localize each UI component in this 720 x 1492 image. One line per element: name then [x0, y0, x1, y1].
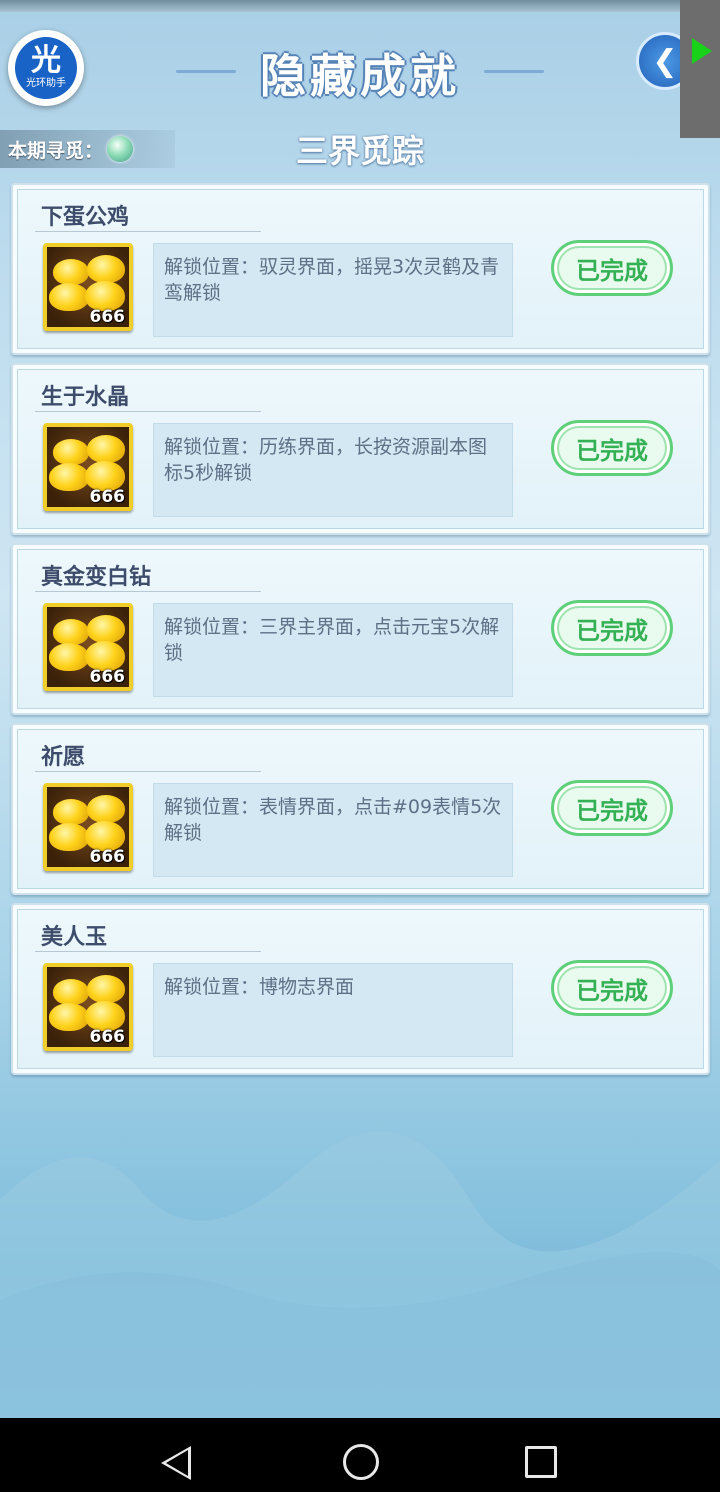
- period-label: 本期寻觅：: [8, 139, 104, 162]
- achievement-card: 真金变白钻 666 解锁位置：三界主界面，点击元宝5次解锁 已完成: [11, 543, 710, 715]
- completed-button[interactable]: 已完成: [551, 420, 673, 476]
- reward-count: 666: [89, 1027, 126, 1047]
- page-title-area: 隐藏成就: [170, 40, 550, 104]
- reward-count: 666: [89, 667, 126, 687]
- name-underline: [35, 231, 261, 232]
- reward-count: 666: [89, 487, 126, 507]
- achievement-name: 祈愿: [41, 745, 86, 770]
- period-bar: 本期寻觅：: [0, 130, 175, 168]
- achievement-description: 解锁位置：博物志界面: [153, 963, 513, 1057]
- achievement-name: 美人玉: [41, 925, 108, 950]
- achievement-card: 生于水晶 666 解锁位置：历练界面，长按资源副本图标5秒解锁 已完成: [11, 363, 710, 535]
- gem-icon: [107, 136, 134, 162]
- gold-ingot-reward-icon[interactable]: 666: [43, 783, 133, 871]
- achievement-description: 解锁位置：历练界面，长按资源副本图标5秒解锁: [153, 423, 513, 517]
- completed-button[interactable]: 已完成: [551, 600, 673, 656]
- nav-home-icon[interactable]: [343, 1444, 379, 1480]
- logo-glyph: 光: [31, 43, 61, 78]
- name-underline: [35, 771, 261, 772]
- completed-button[interactable]: 已完成: [551, 780, 673, 836]
- achievement-description: 解锁位置：驭灵界面，摇晃3次灵鹤及青鸾解锁: [153, 243, 513, 337]
- section-subtitle: 三界觅踪: [295, 132, 424, 170]
- achievement-description: 解锁位置：表情界面，点击#09表情5次解锁: [153, 783, 513, 877]
- completed-button[interactable]: 已完成: [551, 240, 673, 296]
- back-arrow-icon: ❮: [652, 43, 678, 79]
- name-underline: [35, 951, 261, 952]
- background-scenery: [0, 1131, 720, 1420]
- nav-recent-apps-icon[interactable]: [525, 1446, 557, 1478]
- achievement-card: 祈愿 666 解锁位置：表情界面，点击#09表情5次解锁 已完成: [11, 723, 710, 895]
- overlay-side-panel[interactable]: [680, 0, 720, 138]
- achievement-name: 下蛋公鸡: [41, 205, 130, 230]
- completed-button[interactable]: 已完成: [551, 960, 673, 1016]
- nav-back-icon-inner: [166, 1450, 188, 1476]
- achievement-description: 解锁位置：三界主界面，点击元宝5次解锁: [153, 603, 513, 697]
- achievement-card: 下蛋公鸡 666 解锁位置：驭灵界面，摇晃3次灵鹤及青鸾解锁 已完成: [11, 183, 710, 355]
- gold-ingot-reward-icon[interactable]: 666: [43, 603, 133, 691]
- achievement-list: 下蛋公鸡 666 解锁位置：驭灵界面，摇晃3次灵鹤及青鸾解锁 已完成 生于水晶 …: [11, 183, 710, 1083]
- app-logo-button[interactable]: 光 光环助手: [8, 30, 84, 106]
- top-strip: [0, 0, 720, 12]
- gold-ingot-reward-icon[interactable]: 666: [43, 423, 133, 511]
- name-underline: [35, 591, 261, 592]
- reward-count: 666: [89, 847, 126, 867]
- page-title: 隐藏成就: [260, 49, 460, 103]
- play-icon[interactable]: [692, 38, 712, 64]
- logo-caption: 光环助手: [26, 78, 66, 89]
- gold-ingot-reward-icon[interactable]: 666: [43, 243, 133, 331]
- reward-count: 666: [89, 307, 126, 327]
- achievement-name: 真金变白钻: [41, 565, 152, 590]
- achievement-name: 生于水晶: [41, 385, 130, 410]
- name-underline: [35, 411, 261, 412]
- achievement-card: 美人玉 666 解锁位置：博物志界面 已完成: [11, 903, 710, 1075]
- gold-ingot-reward-icon[interactable]: 666: [43, 963, 133, 1051]
